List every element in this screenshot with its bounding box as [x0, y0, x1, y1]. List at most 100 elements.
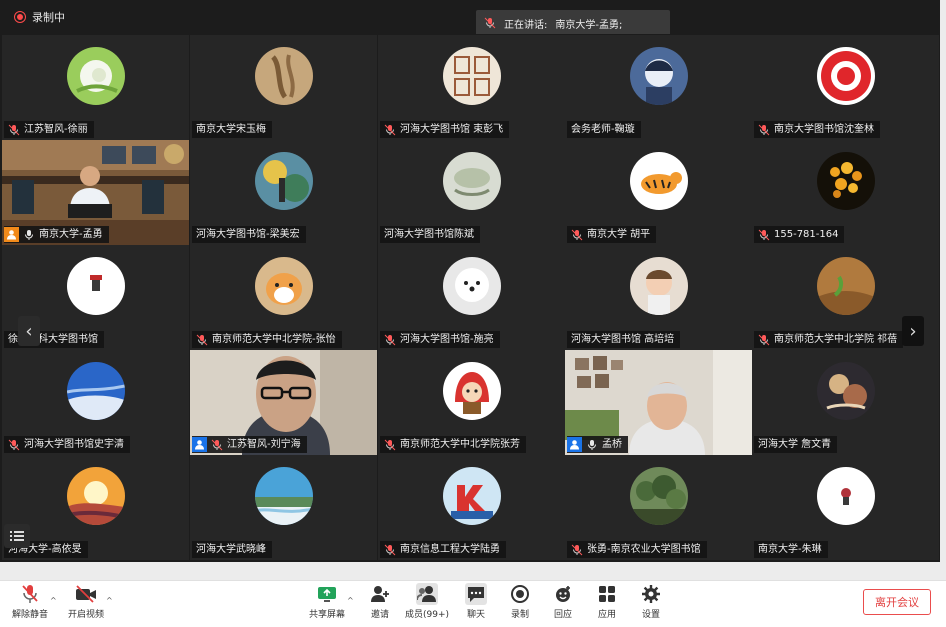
host-icon: [4, 227, 19, 242]
participant-tile[interactable]: 江苏智风-徐丽: [2, 35, 189, 140]
applause-button[interactable]: 回应: [541, 583, 585, 620]
video-options-caret-icon[interactable]: ^: [106, 596, 113, 605]
start-video-label: 开启视频: [67, 610, 104, 620]
members-label: 成员(99+): [404, 610, 450, 620]
chat-button[interactable]: 聊天: [454, 583, 498, 620]
speaking-indicator: 正在讲话: 南京大学-孟勇;: [476, 10, 670, 36]
apps-icon: [599, 586, 615, 602]
audio-options-caret-icon[interactable]: ^: [50, 596, 57, 605]
record-label: 录制: [510, 610, 529, 620]
participant-label: 河海大学图书馆-施亮: [380, 331, 500, 348]
leave-meeting-button[interactable]: 离开会议: [863, 589, 931, 615]
invite-button[interactable]: 邀请: [358, 583, 402, 620]
members-button[interactable]: 成员(99+): [404, 583, 450, 620]
participant-label: 孟桥: [567, 436, 628, 453]
chevron-left-icon: ‹: [25, 320, 33, 342]
apps-button[interactable]: 应用: [585, 583, 629, 620]
avatar: [66, 467, 125, 525]
mic-muted-icon: [384, 544, 396, 555]
participant-tile[interactable]: 南京师范大学中北学院张芳: [378, 350, 565, 455]
mic-muted-icon: [384, 439, 396, 450]
unmute-button[interactable]: 解除静音: [8, 583, 52, 620]
participant-tile[interactable]: 河海大学图书馆史宇清: [2, 350, 189, 455]
participant-tile[interactable]: 张勇-南京农业大学图书馆: [565, 455, 752, 560]
participant-tile[interactable]: 河海大学 詹文青: [752, 350, 939, 455]
list-view-button[interactable]: [4, 524, 30, 548]
participant-name: 河海大学图书馆 高培培: [571, 334, 675, 345]
next-page-button[interactable]: ›: [902, 316, 924, 346]
participant-tile-active-speaker[interactable]: 南京大学-孟勇: [2, 140, 189, 245]
video-off-icon: [76, 585, 96, 603]
participant-name: 南京大学-孟勇: [39, 229, 103, 240]
share-options-caret-icon[interactable]: ^: [347, 596, 354, 605]
mic-muted-icon: [758, 334, 770, 345]
participant-tile[interactable]: 河海大学-高依旻: [2, 455, 189, 560]
participant-tile[interactable]: 河海大学图书馆-施亮: [378, 245, 565, 350]
participant-label: 南京大学图书馆沈奎林: [754, 121, 880, 138]
mic-muted-icon: [8, 124, 20, 135]
participant-label: 155-781-164: [754, 226, 845, 243]
participant-label: 南京师范大学中北学院-张怡: [192, 331, 342, 348]
participant-name: 南京师范大学中北学院 祁蓓: [774, 334, 898, 345]
start-video-button[interactable]: 开启视频: [64, 583, 108, 620]
participant-tile[interactable]: 河海大学图书馆-梁美宏: [190, 140, 377, 245]
participant-label: 江苏智风-徐丽: [4, 121, 94, 138]
avatar: [629, 467, 688, 525]
record-button[interactable]: 录制: [498, 583, 542, 620]
host-icon: [192, 437, 207, 452]
mic-muted-icon: [22, 585, 38, 603]
participant-tile[interactable]: 南京大学 胡平: [565, 140, 752, 245]
avatar: [66, 257, 125, 315]
settings-button[interactable]: 设置: [629, 583, 673, 620]
participant-tile[interactable]: 河海大学图书馆 高培培: [565, 245, 752, 350]
avatar: [816, 152, 875, 210]
participant-name: 张勇-南京农业大学图书馆: [587, 544, 701, 555]
participant-label: 江苏智风-刘宁海: [192, 436, 307, 453]
participant-name: 江苏智风-刘宁海: [227, 439, 301, 450]
participant-tile[interactable]: 孟桥: [565, 350, 752, 455]
applause-label: 回应: [553, 610, 572, 620]
participant-tile[interactable]: 南京信息工程大学陆勇: [378, 455, 565, 560]
participant-name: 南京师范大学中北学院张芳: [400, 439, 520, 450]
participant-name: 河海大学图书馆陈斌: [384, 229, 474, 240]
participant-name: 河海大学图书馆-施亮: [400, 334, 494, 345]
participant-name: 南京大学宋玉梅: [196, 124, 266, 135]
record-dot-icon: [14, 11, 26, 23]
invite-icon: [371, 586, 389, 602]
members-icon: [417, 586, 436, 602]
participant-tile[interactable]: 河海大学图书馆 束彭飞: [378, 35, 565, 140]
avatar: [629, 152, 688, 210]
avatar: [816, 47, 875, 105]
participant-label: 河海大学图书馆史宇清: [4, 436, 130, 453]
previous-page-button[interactable]: ‹: [18, 316, 40, 346]
mic-muted-icon: [484, 17, 496, 29]
share-screen-icon: [318, 587, 336, 602]
participant-tile[interactable]: 江苏智风-刘宁海: [190, 350, 377, 455]
participant-label: 南京大学-朱琳: [754, 541, 828, 558]
reaction-icon: [556, 586, 570, 602]
recording-indicator[interactable]: 录制中: [14, 9, 65, 25]
recording-label: 录制中: [32, 11, 65, 24]
participant-tile[interactable]: 会务老师-鞠璇: [565, 35, 752, 140]
participant-tile[interactable]: 河海大学图书馆陈斌: [378, 140, 565, 245]
video-gallery: 江苏智风-徐丽 南京大学宋玉梅 河海大学图书馆 束彭飞 会务老师-鞠璇 南京大学…: [0, 34, 940, 562]
unmute-label: 解除静音: [11, 610, 48, 620]
avatar: [254, 257, 313, 315]
participant-tile[interactable]: 155-781-164: [752, 140, 939, 245]
participant-tile[interactable]: 河海大学武晓峰: [190, 455, 377, 560]
avatar: [629, 257, 688, 315]
participant-label: 南京大学 胡平: [567, 226, 657, 243]
participant-tile[interactable]: 南京大学-朱琳: [752, 455, 939, 560]
participant-tile[interactable]: 南京大学图书馆沈奎林: [752, 35, 939, 140]
share-screen-button[interactable]: 共享屏幕: [305, 583, 349, 620]
chevron-right-icon: ›: [909, 320, 917, 342]
host-icon: [567, 437, 582, 452]
participant-tile[interactable]: 南京师范大学中北学院-张怡: [190, 245, 377, 350]
participant-tile[interactable]: 南京大学宋玉梅: [190, 35, 377, 140]
participant-name: 河海大学 詹文青: [758, 439, 832, 450]
avatar: [442, 362, 501, 420]
participant-label: 南京大学-孟勇: [4, 226, 109, 243]
participant-name: 河海大学武晓峰: [196, 544, 266, 555]
participant-name: 南京大学 胡平: [587, 229, 651, 240]
participant-label: 南京师范大学中北学院 祁蓓: [754, 331, 904, 348]
